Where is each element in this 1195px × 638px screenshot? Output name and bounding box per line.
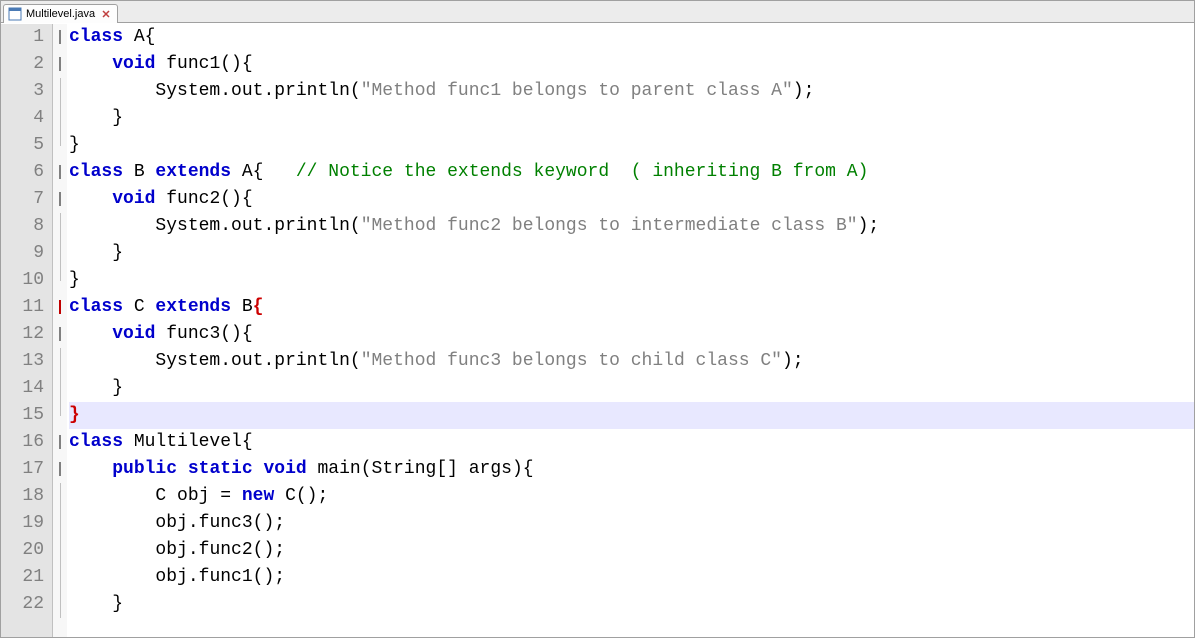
code-line[interactable]: System.out.println("Method func3 belongs… [69,348,1194,375]
fold-marker [53,240,67,267]
tab-filename: Multilevel.java [26,8,95,20]
fold-marker [53,537,67,564]
code-line[interactable]: obj.func2(); [69,537,1194,564]
line-number: 10 [1,267,44,294]
fold-marker [53,564,67,591]
code-line[interactable]: } [69,375,1194,402]
code-line[interactable]: void func3(){ [69,321,1194,348]
line-number: 5 [1,132,44,159]
code-line[interactable]: C obj = new C(); [69,483,1194,510]
fold-marker [53,375,67,402]
line-number: 4 [1,105,44,132]
fold-marker [53,213,67,240]
line-number: 7 [1,186,44,213]
tab-bar: Multilevel.java [1,1,1194,23]
line-number: 19 [1,510,44,537]
line-number: 18 [1,483,44,510]
fold-marker [53,78,67,105]
line-number: 21 [1,564,44,591]
line-number: 17 [1,456,44,483]
java-file-icon [8,7,22,21]
fold-marker [53,510,67,537]
line-number: 9 [1,240,44,267]
fold-marker [53,402,67,429]
fold-marker[interactable] [53,24,67,51]
line-number: 15 [1,402,44,429]
code-line[interactable]: class B extends A{ // Notice the extends… [69,159,1194,186]
line-number: 11 [1,294,44,321]
code-line[interactable]: System.out.println("Method func2 belongs… [69,213,1194,240]
line-number: 1 [1,24,44,51]
line-number: 14 [1,375,44,402]
line-number: 12 [1,321,44,348]
line-number: 16 [1,429,44,456]
fold-marker[interactable] [53,321,67,348]
code-line[interactable]: } [69,402,1194,429]
code-line[interactable]: class Multilevel{ [69,429,1194,456]
code-line[interactable]: void func1(){ [69,51,1194,78]
code-line[interactable]: void func2(){ [69,186,1194,213]
fold-marker[interactable] [53,51,67,78]
fold-marker [53,267,67,294]
fold-marker [53,483,67,510]
code-line[interactable]: } [69,105,1194,132]
fold-marker[interactable] [53,186,67,213]
file-tab[interactable]: Multilevel.java [3,4,118,23]
code-line[interactable]: System.out.println("Method func1 belongs… [69,78,1194,105]
code-line[interactable]: obj.func3(); [69,510,1194,537]
line-number: 22 [1,591,44,618]
line-number: 6 [1,159,44,186]
code-line[interactable]: } [69,132,1194,159]
line-number: 2 [1,51,44,78]
fold-marker[interactable] [53,456,67,483]
line-number: 20 [1,537,44,564]
fold-marker [53,105,67,132]
fold-marker [53,591,67,618]
code-line[interactable]: } [69,240,1194,267]
code-editor[interactable]: 12345678910111213141516171819202122 clas… [1,23,1194,637]
fold-marker [53,348,67,375]
fold-column[interactable] [53,24,67,637]
line-number: 3 [1,78,44,105]
code-area[interactable]: class A{ void func1(){ System.out.printl… [67,24,1194,637]
close-icon[interactable] [101,9,111,19]
code-line[interactable]: class C extends B{ [69,294,1194,321]
line-number-gutter: 12345678910111213141516171819202122 [1,24,53,637]
fold-marker[interactable] [53,159,67,186]
fold-marker [53,132,67,159]
line-number: 8 [1,213,44,240]
code-line[interactable]: public static void main(String[] args){ [69,456,1194,483]
code-line[interactable]: } [69,591,1194,618]
code-line[interactable]: } [69,267,1194,294]
line-number: 13 [1,348,44,375]
fold-marker[interactable] [53,429,67,456]
fold-marker[interactable] [53,294,67,321]
code-line[interactable]: class A{ [69,24,1194,51]
code-line[interactable]: obj.func1(); [69,564,1194,591]
